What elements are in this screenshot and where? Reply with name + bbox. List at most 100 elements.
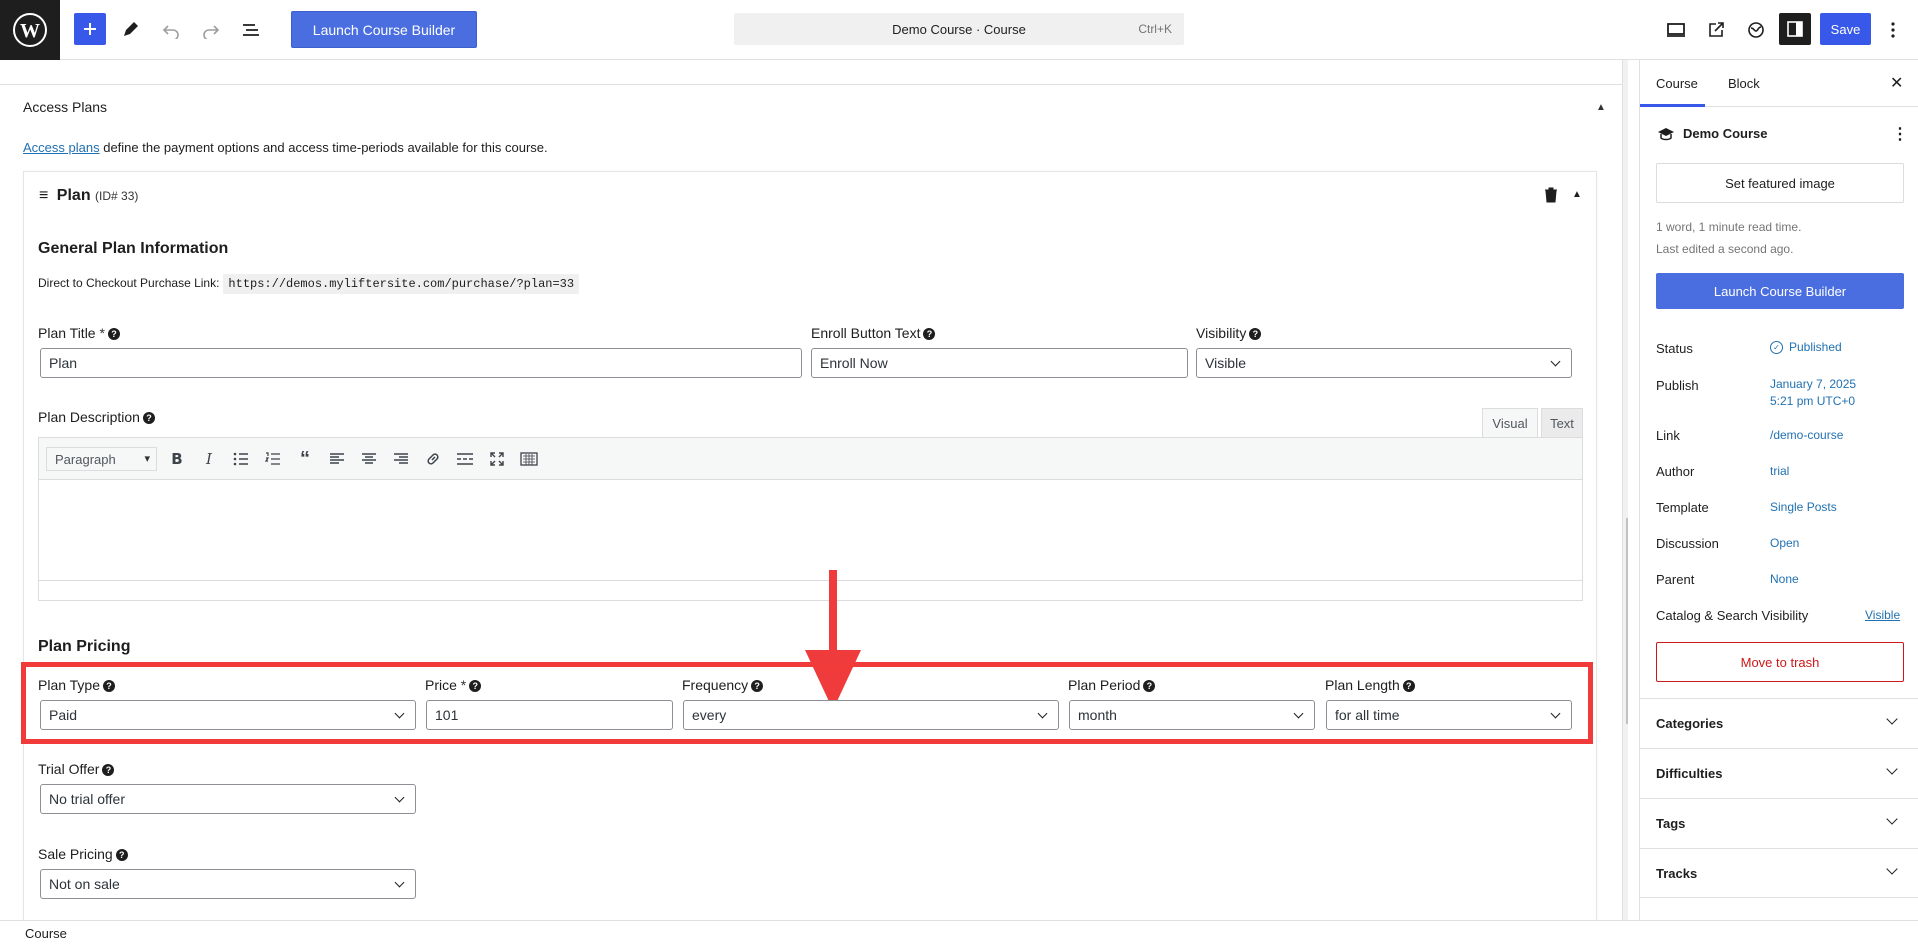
direct-checkout-label: Direct to Checkout Purchase Link: — [38, 276, 220, 290]
undo-icon[interactable] — [154, 13, 188, 47]
command-shortcut: Ctrl+K — [1138, 22, 1172, 36]
launch-course-builder-button[interactable]: Launch Course Builder — [1656, 273, 1904, 309]
course-summary: Demo Course — [1657, 126, 1768, 141]
align-left-icon[interactable] — [325, 447, 349, 471]
tab-block[interactable]: Block — [1728, 76, 1760, 91]
read-more-icon[interactable] — [453, 447, 477, 471]
plan-period-select[interactable]: month — [1069, 700, 1315, 730]
visibility-select[interactable]: Visible — [1196, 348, 1572, 378]
plan-name: Plan — [56, 187, 91, 204]
launch-course-builder-button[interactable]: Launch Course Builder — [291, 11, 477, 48]
drag-handle-icon[interactable]: ≡ — [39, 187, 48, 204]
help-icon[interactable]: ? — [1249, 328, 1262, 341]
save-button[interactable]: Save — [1820, 13, 1871, 45]
document-overview-icon[interactable] — [234, 13, 268, 47]
scrollbar-thumb[interactable] — [1626, 518, 1628, 724]
fullscreen-icon[interactable] — [485, 447, 509, 471]
access-plans-description: Access plans define the payment options … — [23, 140, 548, 155]
chevron-down-icon — [1886, 863, 1898, 875]
help-icon[interactable]: ? — [923, 328, 936, 341]
panel-tracks[interactable]: Tracks — [1640, 848, 1918, 898]
scroll-down-icon[interactable]: ▼ — [1627, 906, 1628, 915]
trash-icon[interactable] — [1544, 186, 1558, 203]
breadcrumb[interactable]: Course — [25, 926, 67, 941]
help-icon[interactable]: ? — [1402, 680, 1415, 693]
sale-pricing-value: Not on sale — [49, 876, 120, 892]
help-icon[interactable]: ? — [751, 680, 764, 693]
link-icon[interactable] — [421, 447, 445, 471]
desktop-preview-icon[interactable] — [1659, 13, 1693, 47]
frequency-select[interactable]: every — [683, 700, 1059, 730]
access-plans-title: Access Plans — [23, 99, 108, 115]
sale-pricing-select[interactable]: Not on sale — [40, 869, 416, 899]
help-icon[interactable]: ? — [142, 412, 155, 425]
help-icon[interactable]: ? — [115, 849, 128, 862]
chevron-down-icon — [1886, 763, 1898, 775]
close-icon[interactable]: ✕ — [1890, 73, 1903, 93]
panel-divider — [0, 60, 1628, 85]
set-featured-image-button[interactable]: Set featured image — [1656, 163, 1904, 203]
settings-sidebar-toggle-icon[interactable] — [1779, 13, 1811, 45]
price-label-text: Price — [425, 677, 457, 693]
move-to-trash-button[interactable]: Move to trash — [1656, 642, 1904, 682]
publish-label: Publish — [1656, 378, 1699, 393]
enroll-button-text-input[interactable]: Enroll Now — [811, 348, 1188, 378]
status-value[interactable]: ✓ Published — [1770, 340, 1842, 354]
help-icon[interactable]: ? — [469, 680, 482, 693]
help-icon[interactable]: ? — [102, 764, 115, 777]
panel-categories[interactable]: Categories — [1640, 698, 1918, 748]
plan-title-input[interactable]: Plan — [40, 348, 802, 378]
format-select[interactable]: Paragraph — [46, 447, 157, 471]
italic-icon[interactable]: I — [197, 447, 221, 471]
help-icon[interactable]: ? — [107, 328, 120, 341]
external-view-icon[interactable] — [1699, 13, 1733, 47]
redo-icon[interactable] — [194, 13, 228, 47]
bullet-list-icon[interactable] — [229, 447, 253, 471]
more-options-icon[interactable]: ⋮ — [1892, 124, 1908, 144]
direct-checkout-url[interactable]: https://demos.myliftersite.com/purchase/… — [223, 274, 580, 294]
bold-icon[interactable]: B — [165, 447, 189, 471]
scroll-up-icon[interactable]: ▲ — [1627, 62, 1628, 71]
discussion-value[interactable]: Open — [1770, 536, 1799, 550]
access-plans-link[interactable]: Access plans — [23, 140, 100, 155]
plan-type-select[interactable]: Paid — [40, 700, 416, 730]
permalink-value[interactable]: /demo-course — [1770, 428, 1843, 442]
tab-course[interactable]: Course — [1656, 76, 1698, 91]
panel-label: Difficulties — [1656, 766, 1723, 781]
help-icon[interactable]: ? — [103, 680, 116, 693]
add-block-button[interactable] — [74, 13, 106, 45]
options-menu-icon[interactable] — [1876, 13, 1910, 47]
panel-tags[interactable]: Tags — [1640, 798, 1918, 848]
plan-length-select[interactable]: for all time — [1326, 700, 1572, 730]
plan-header[interactable]: ≡ Plan (ID# 33) — [39, 187, 138, 205]
plan-description-editor[interactable]: Paragraph B I “ — [38, 437, 1583, 601]
scrollbar[interactable]: ▲ ▼ — [1622, 60, 1628, 920]
parent-value[interactable]: None — [1770, 572, 1799, 586]
collapse-up-icon[interactable]: ▲ — [1596, 102, 1606, 113]
tab-visual[interactable]: Visual — [1482, 408, 1538, 438]
align-right-icon[interactable] — [389, 447, 413, 471]
toolbar-toggle-icon[interactable] — [517, 447, 541, 471]
catalog-visibility-value[interactable]: Visible — [1865, 608, 1900, 622]
wordpress-logo-icon[interactable]: W — [0, 0, 60, 60]
pencil-icon[interactable] — [113, 13, 147, 47]
panel-difficulties[interactable]: Difficulties — [1640, 748, 1918, 798]
command-palette-bar[interactable]: Demo Course · Course Ctrl+K — [734, 13, 1184, 45]
tab-text[interactable]: Text — [1541, 408, 1583, 438]
template-value[interactable]: Single Posts — [1770, 500, 1837, 514]
blockquote-icon[interactable]: “ — [293, 447, 317, 471]
author-value[interactable]: trial — [1770, 464, 1789, 478]
align-center-icon[interactable] — [357, 447, 381, 471]
graduation-cap-icon — [1658, 127, 1674, 140]
visibility-label: Visibility? — [1196, 325, 1262, 341]
price-input[interactable]: 101 — [426, 700, 673, 730]
read-time: 1 word, 1 minute read time. — [1656, 220, 1802, 234]
numbered-list-icon[interactable] — [261, 447, 285, 471]
trial-offer-select[interactable]: No trial offer — [40, 784, 416, 814]
general-plan-information-title: General Plan Information — [38, 240, 229, 257]
template-label: Template — [1656, 500, 1709, 515]
publish-date[interactable]: January 7, 2025 5:21 pm UTC+0 — [1770, 377, 1856, 408]
help-icon[interactable]: ? — [1143, 680, 1156, 693]
collapse-up-icon[interactable]: ▲ — [1572, 189, 1582, 200]
globe-icon[interactable] — [1739, 13, 1773, 47]
